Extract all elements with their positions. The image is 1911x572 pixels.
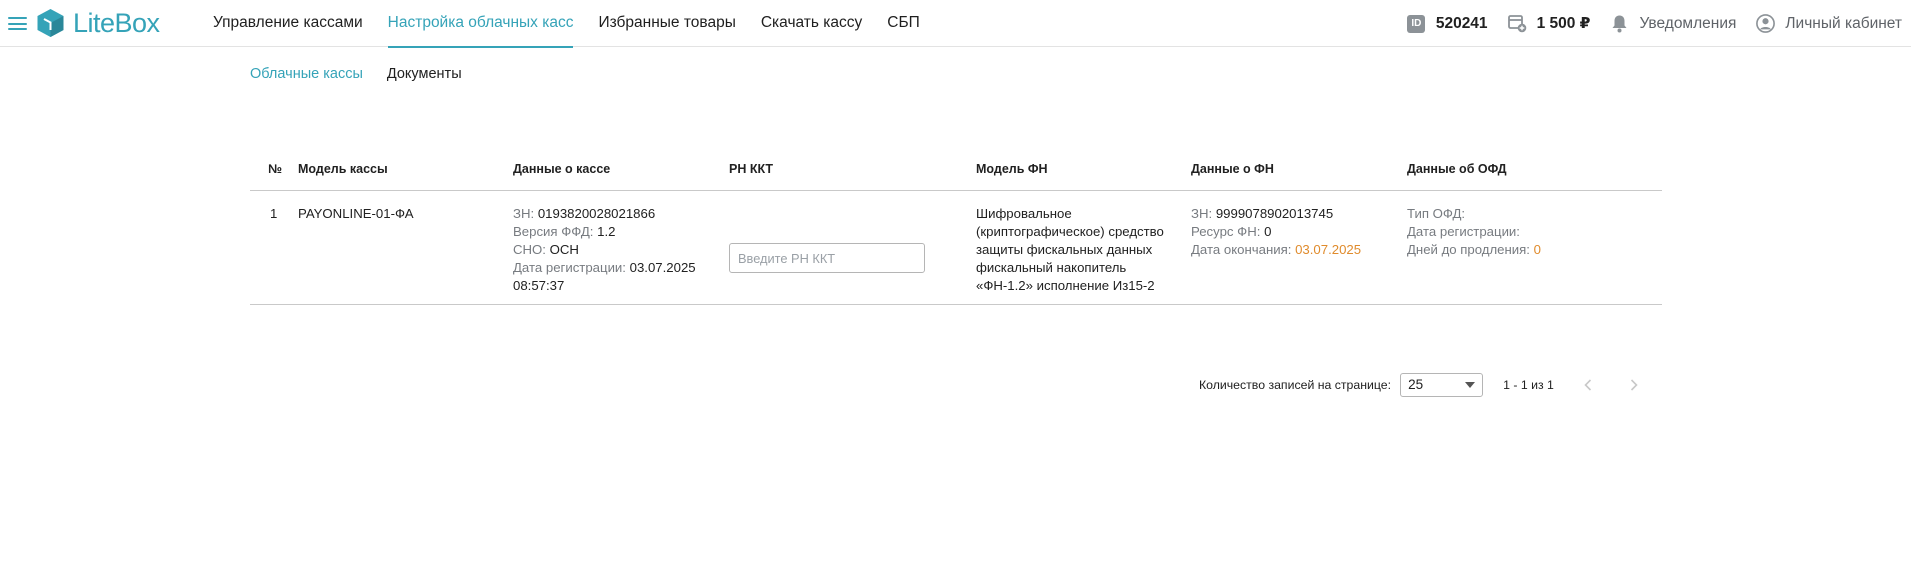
account-id[interactable]: ID 520241: [1407, 14, 1488, 33]
header-tools: ID 520241 1 500 ₽ Уведомления Личный каб…: [1407, 0, 1911, 47]
nav-sbp[interactable]: СБП: [887, 0, 920, 47]
balance-value: 1 500 ₽: [1536, 15, 1591, 32]
id-icon: ID: [1407, 14, 1426, 33]
logo[interactable]: LiteBox: [36, 8, 160, 38]
table-row[interactable]: 1 PAYONLINE-01-ФА ЗН: 0193820028021866 В…: [250, 191, 1662, 305]
tab-documents[interactable]: Документы: [387, 66, 462, 82]
page-range: 1 - 1 из 1: [1503, 378, 1554, 392]
logo-text: LiteBox: [73, 7, 160, 38]
bell-icon: [1610, 14, 1629, 33]
pagination: Количество записей на странице: 25 1 - 1…: [1199, 373, 1644, 397]
row-ofd-data: Тип ОФД: Дата регистрации: Дней до продл…: [1407, 206, 1541, 257]
main-nav: Управление кассами Настройка облачных ка…: [213, 0, 945, 48]
account-id-value: 520241: [1435, 14, 1488, 32]
col-rn-kkt: РН ККТ: [729, 162, 774, 176]
col-kassa-model: Модель кассы: [298, 162, 388, 176]
col-fn-data: Данные о ФН: [1191, 162, 1274, 176]
tab-cloud-kassas[interactable]: Облачные кассы: [250, 66, 363, 82]
sub-tabs: Облачные кассы Документы: [250, 66, 486, 82]
rn-kkt-input[interactable]: [729, 243, 925, 273]
col-number: №: [268, 162, 282, 176]
litebox-logo-icon: [37, 9, 64, 37]
per-page-select[interactable]: 25: [1400, 373, 1484, 397]
chevron-right-icon: [1630, 379, 1638, 391]
menu-icon[interactable]: [8, 17, 27, 30]
row-kassa-model: PAYONLINE-01-ФА: [298, 206, 414, 221]
nav-download-kassa[interactable]: Скачать кассу: [761, 0, 862, 47]
row-fn-model: Шифровальное (криптографическое) средств…: [976, 206, 1164, 293]
per-page-label: Количество записей на странице:: [1199, 378, 1392, 392]
account-label: Личный кабинет: [1785, 14, 1902, 32]
col-fn-model: Модель ФН: [976, 162, 1048, 176]
notifications-label: Уведомления: [1639, 14, 1737, 32]
col-ofd-data: Данные об ОФД: [1407, 162, 1507, 176]
cloud-kassa-table: № Модель кассы Данные о кассе РН ККТ Мод…: [250, 150, 1662, 305]
table-header: № Модель кассы Данные о кассе РН ККТ Мод…: [250, 150, 1662, 191]
balance[interactable]: 1 500 ₽: [1507, 14, 1591, 33]
nav-favorite-products[interactable]: Избранные товары: [598, 0, 735, 47]
col-kassa-data: Данные о кассе: [513, 162, 611, 176]
nav-manage-kassas[interactable]: Управление кассами: [213, 0, 363, 47]
user-icon: [1756, 14, 1776, 33]
chevron-left-icon: [1584, 379, 1591, 391]
wallet-icon: [1507, 14, 1527, 33]
chevron-down-icon: [1465, 382, 1476, 388]
row-number: 1: [270, 206, 278, 221]
account-menu[interactable]: Личный кабинет: [1756, 14, 1902, 33]
notifications[interactable]: Уведомления: [1610, 14, 1736, 33]
nav-cloud-kassa-settings[interactable]: Настройка облачных касс: [387, 0, 573, 48]
row-fn-data: ЗН: 9999078902013745 Ресурс ФН: 0 Дата о…: [1191, 206, 1362, 257]
next-page-button[interactable]: [1624, 375, 1644, 395]
top-bar: LiteBox Управление кассами Настройка обл…: [0, 0, 1911, 48]
prev-page-button[interactable]: [1578, 375, 1598, 395]
row-kassa-data: ЗН: 0193820028021866 Версия ФФД: 1.2 СНО…: [513, 206, 696, 293]
